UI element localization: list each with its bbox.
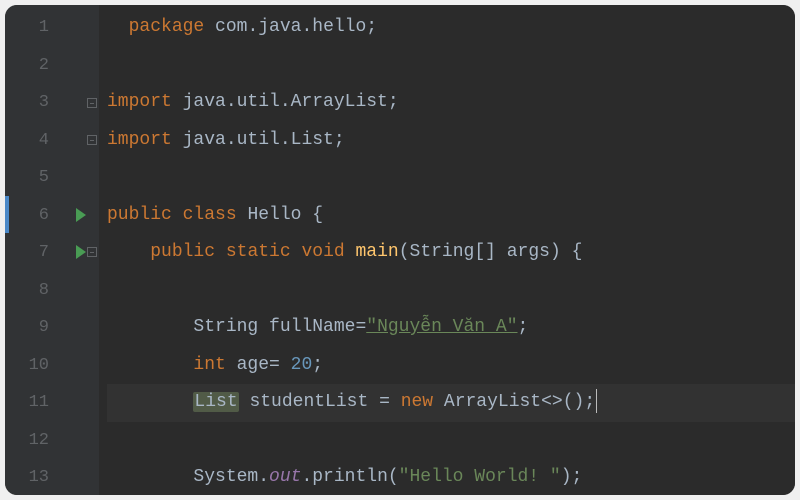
line-number[interactable]: 2 [5,47,67,85]
fold-icon[interactable] [87,98,97,108]
code-editor: 1 2 3 4 5 6 7 8 9 10 11 12 13 package co… [5,5,795,495]
code-area[interactable]: package com.java.hello; import java.util… [99,5,795,495]
code-line[interactable] [107,422,795,460]
code-line[interactable]: int age= 20; [107,347,795,385]
line-number[interactable]: 8 [5,272,67,310]
line-number[interactable]: 12 [5,422,67,460]
text-caret [596,389,597,413]
line-number-gutter: 1 2 3 4 5 6 7 8 9 10 11 12 13 [5,5,67,495]
code-line[interactable] [107,47,795,85]
code-line[interactable] [107,272,795,310]
code-line[interactable]: package com.java.hello; [107,9,795,47]
line-number[interactable]: 10 [5,347,67,385]
code-line[interactable]: String fullName="Nguyễn Văn A"; [107,309,795,347]
code-line[interactable]: import java.util.List; [107,122,795,160]
line-number[interactable]: 7 [5,234,67,272]
code-line[interactable]: import java.util.ArrayList; [107,84,795,122]
line-number[interactable]: 3 [5,84,67,122]
code-line[interactable]: System.out.println("Hello World! "); [107,459,795,495]
line-number[interactable]: 5 [5,159,67,197]
gutter-markers [67,5,99,495]
fold-icon[interactable] [87,135,97,145]
code-line[interactable] [107,159,795,197]
fold-icon[interactable] [87,247,97,257]
code-line-current[interactable]: List studentList = new ArrayList<>(); [107,384,795,422]
line-number[interactable]: 11 [5,384,67,422]
breakpoint-marker[interactable] [5,196,9,233]
code-line[interactable]: public static void main(String[] args) { [107,234,795,272]
line-number[interactable]: 4 [5,122,67,160]
line-number[interactable]: 6 [5,197,67,235]
line-number[interactable]: 13 [5,459,67,495]
run-icon[interactable] [76,208,86,222]
code-line[interactable]: public class Hello { [107,197,795,235]
line-number[interactable]: 1 [5,9,67,47]
run-icon[interactable] [76,245,86,259]
line-number[interactable]: 9 [5,309,67,347]
